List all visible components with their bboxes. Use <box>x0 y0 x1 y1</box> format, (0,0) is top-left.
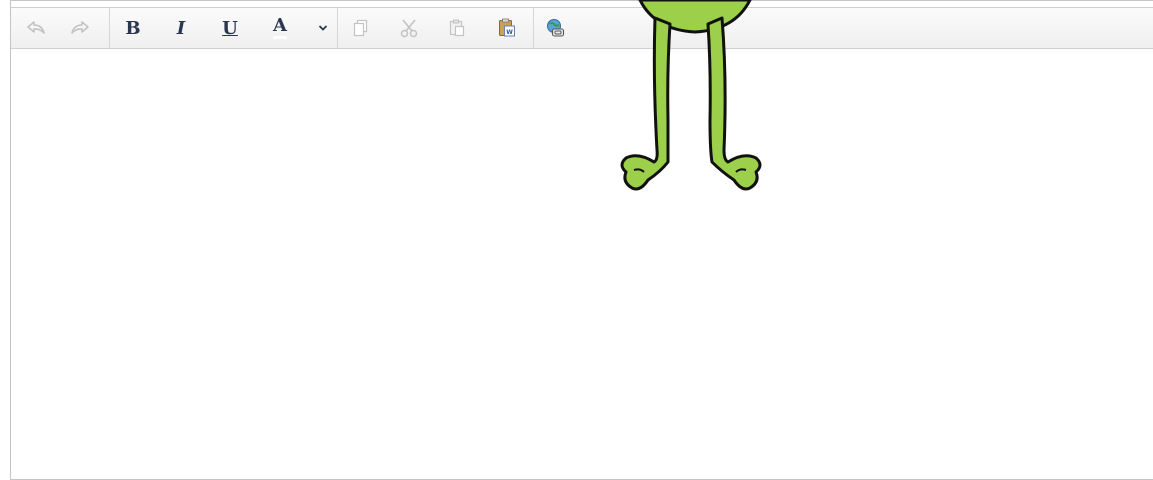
italic-label: I <box>176 17 186 39</box>
toolbar-separator <box>533 8 534 48</box>
paste-icon <box>449 19 465 37</box>
redo-button[interactable] <box>67 8 93 48</box>
chevron-down-icon <box>318 25 328 31</box>
font-color-dropdown[interactable] <box>315 8 331 48</box>
mascot-left-leg <box>620 16 672 191</box>
underline-button[interactable]: U <box>218 8 242 48</box>
undo-button[interactable] <box>23 8 49 48</box>
copy-button[interactable] <box>349 8 373 48</box>
bold-button[interactable]: B <box>121 8 145 48</box>
link-icon <box>547 19 565 37</box>
mascot-legs-illustration <box>620 0 762 191</box>
editor-content-area[interactable] <box>11 49 1153 479</box>
rich-text-editor: B I U A W <box>10 0 1153 480</box>
font-color-label: A <box>273 15 287 36</box>
copy-icon <box>353 19 368 37</box>
editor-toolbar: B I U A W <box>11 7 1153 49</box>
cut-icon <box>400 19 418 38</box>
paste-from-word-button[interactable]: W <box>495 8 519 48</box>
mascot-right-leg <box>706 16 762 191</box>
font-color-swatch <box>273 36 287 39</box>
bold-label: B <box>125 17 141 39</box>
paste-from-word-icon: W <box>499 18 515 37</box>
font-color-button[interactable]: A <box>267 8 293 48</box>
toolbar-separator <box>109 8 110 48</box>
svg-text:W: W <box>506 29 513 36</box>
paste-button[interactable] <box>445 8 469 48</box>
italic-button[interactable]: I <box>169 8 193 48</box>
undo-icon <box>27 21 45 34</box>
toolbar-separator <box>337 8 338 48</box>
redo-icon <box>71 21 89 34</box>
cut-button[interactable] <box>397 8 421 48</box>
underline-label: U <box>222 17 238 39</box>
link-button[interactable] <box>543 8 569 48</box>
